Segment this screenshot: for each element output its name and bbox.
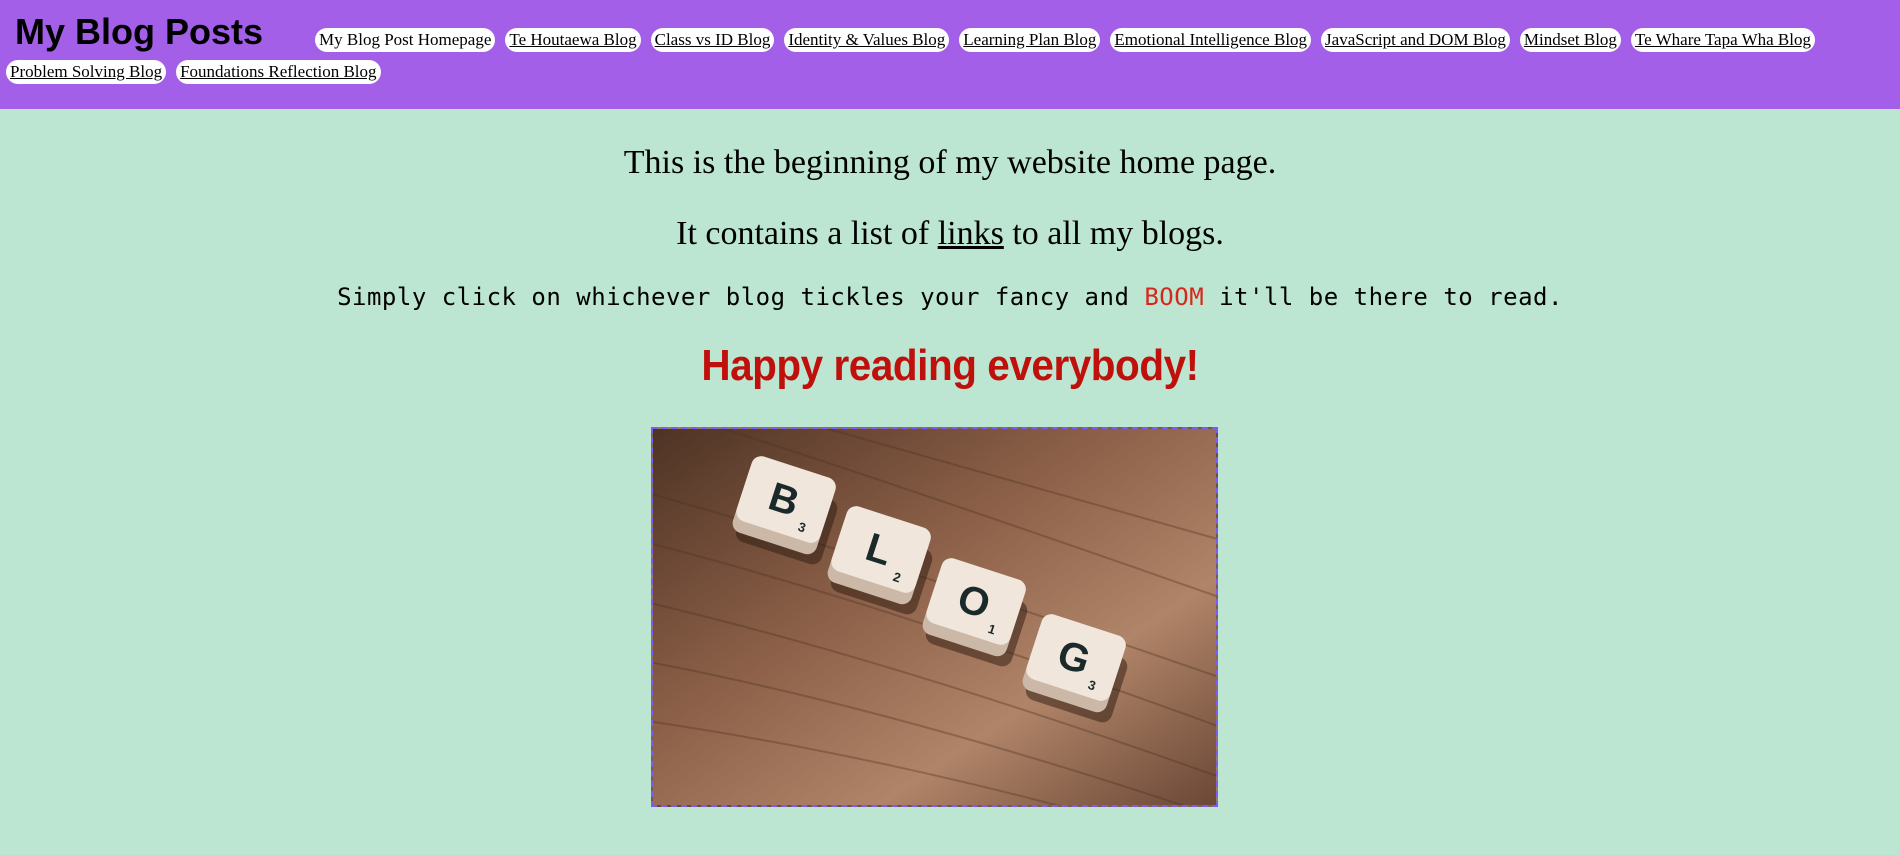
nav-row-1: My Blog Post Homepage Te Houtaewa Blog C… bbox=[315, 28, 1821, 58]
nav-link-identity-values[interactable]: Identity & Values Blog bbox=[784, 28, 950, 52]
nav-link-homepage[interactable]: My Blog Post Homepage bbox=[315, 28, 496, 52]
nav-link-te-whare-tapa-wha[interactable]: Te Whare Tapa Wha Blog bbox=[1630, 28, 1815, 52]
nav-row-2: Problem Solving Blog Foundations Reflect… bbox=[6, 60, 1892, 90]
intro-line-3-before: Simply click on whichever blog tickles y… bbox=[337, 282, 1145, 311]
nav-link-javascript-dom[interactable]: JavaScript and DOM Blog bbox=[1321, 28, 1510, 52]
links-link[interactable]: links bbox=[938, 215, 1004, 252]
nav-link-class-vs-id[interactable]: Class vs ID Blog bbox=[650, 28, 775, 52]
site-header: My Blog Posts My Blog Post Homepage Te H… bbox=[0, 0, 1900, 109]
nav-link-foundations-reflection[interactable]: Foundations Reflection Blog bbox=[176, 60, 381, 84]
blog-tiles-image: B3L2O1G3 bbox=[650, 426, 1218, 807]
blog-tiles-illustration: B3 L2 O1G3 bbox=[652, 428, 1216, 805]
intro-line-2-before: It contains a list of bbox=[676, 214, 938, 252]
intro-line-2-after: to all my blogs. bbox=[1003, 214, 1224, 252]
nav-link-emotional-intelligence[interactable]: Emotional Intelligence Blog bbox=[1110, 28, 1312, 52]
intro-line-2: It contains a list of links to all my bl… bbox=[0, 214, 1900, 255]
boom-text: BOOM bbox=[1144, 282, 1205, 311]
nav-link-learning-plan[interactable]: Learning Plan Blog bbox=[959, 28, 1101, 52]
site-title: My Blog Posts bbox=[15, 11, 264, 52]
happy-reading-heading: Happy reading everybody! bbox=[701, 340, 1199, 390]
nav-link-te-houtaewa[interactable]: Te Houtaewa Blog bbox=[505, 28, 641, 52]
intro-line-3-after: it'll be there to read. bbox=[1204, 282, 1563, 311]
nav-link-mindset[interactable]: Mindset Blog bbox=[1519, 28, 1621, 52]
nav-link-problem-solving[interactable]: Problem Solving Blog bbox=[6, 60, 167, 84]
intro-line-3: Simply click on whichever blog tickles y… bbox=[0, 283, 1900, 311]
main-content: This is the beginning of my website home… bbox=[0, 143, 1900, 807]
intro-line-1: This is the beginning of my website home… bbox=[623, 144, 1277, 181]
